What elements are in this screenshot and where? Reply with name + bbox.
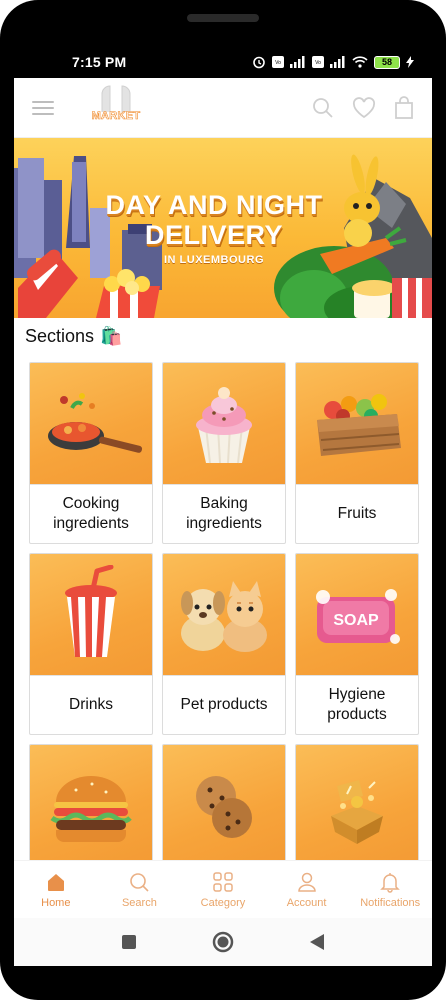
- section-image: [30, 554, 152, 676]
- market-logo[interactable]: MARKET: [86, 84, 146, 130]
- soda-cup-icon: [65, 564, 117, 657]
- nav-label: Search: [121, 896, 157, 909]
- section-image: [296, 745, 418, 867]
- fruit-crate-icon: [317, 393, 401, 456]
- section-card-pet[interactable]: Pet products: [162, 553, 286, 735]
- svg-text:Vo: Vo: [315, 60, 321, 66]
- section-card-fruits[interactable]: Fruits: [295, 362, 419, 544]
- alarm-icon: [253, 56, 265, 69]
- bottom-nav: Home Search Category Account Notificatio…: [14, 860, 432, 918]
- svg-text:Vo: Vo: [275, 60, 281, 66]
- section-card-baking[interactable]: Baking ingredients: [162, 362, 286, 544]
- frying-pan-icon: [48, 392, 143, 453]
- section-label: Pet products: [180, 696, 268, 713]
- section-image: [163, 745, 285, 867]
- nav-label: Notifications: [360, 896, 421, 909]
- volte-icon: Vo: [272, 56, 284, 68]
- top-bar: MARKET: [14, 78, 432, 138]
- nav-category[interactable]: Category: [181, 871, 265, 909]
- volte-icon: Vo: [312, 56, 324, 68]
- burger-icon: [50, 775, 132, 842]
- section-image: SOAP: [296, 554, 418, 676]
- section-label: Cooking ingredients: [53, 495, 129, 532]
- search-icon[interactable]: [312, 97, 334, 119]
- home-icon: [47, 873, 64, 891]
- bell-icon: [380, 872, 400, 893]
- logo-text: MARKET: [91, 110, 141, 123]
- svg-text:SOAP: SOAP: [333, 612, 379, 629]
- bag-icon[interactable]: [394, 95, 414, 120]
- sections-title: Sections: [25, 326, 95, 346]
- section-label: Drinks: [69, 696, 113, 713]
- status-bar: 7:15 PM Vo Vo 58: [14, 46, 432, 78]
- app: MARKET DAY AND NIGHT DELIVERY IN LUXEMBO…: [14, 78, 432, 966]
- sections-grid: Cooking ingredients Baking ingredients F…: [29, 362, 419, 926]
- section-image: [30, 363, 152, 485]
- dog-and-cat-icon: [181, 580, 267, 652]
- charging-icon: [406, 56, 414, 68]
- section-image: [30, 745, 152, 867]
- battery-icon: 58: [374, 55, 400, 69]
- nav-notifications[interactable]: Notifications: [348, 871, 432, 909]
- section-card-cooking[interactable]: Cooking ingredients: [29, 362, 153, 544]
- section-label: Fruits: [337, 505, 377, 522]
- nav-home[interactable]: Home: [14, 871, 98, 909]
- section-image: [296, 363, 418, 485]
- section-label: Hygiene products: [327, 686, 387, 723]
- gift-box-icon: [331, 779, 383, 844]
- system-nav-bar: [14, 918, 432, 966]
- cookies-icon: [196, 775, 252, 838]
- status-time: 7:15 PM: [72, 54, 127, 70]
- section-label: Baking ingredients: [186, 495, 262, 532]
- nav-label: Category: [200, 896, 246, 909]
- nav-label: Home: [41, 896, 71, 909]
- cupcake-icon: [196, 386, 252, 463]
- banner-subtitle: IN LUXEMBOURG: [164, 254, 264, 266]
- signal-icon: [330, 56, 345, 68]
- nav-account[interactable]: Account: [265, 871, 349, 909]
- earpiece-speaker: [187, 14, 259, 22]
- wifi-icon: [352, 56, 368, 68]
- screen: 7:15 PM Vo Vo 58 MARKET DAY AND NIGHT DE…: [14, 46, 432, 966]
- soap-icon: SOAP: [316, 588, 400, 644]
- heart-icon[interactable]: [352, 96, 376, 119]
- menu-icon[interactable]: [32, 100, 54, 116]
- header-actions: [312, 95, 414, 120]
- section-card-hygiene[interactable]: SOAP Hygiene products: [295, 553, 419, 735]
- home-circle-icon[interactable]: [212, 931, 234, 953]
- nav-search[interactable]: Search: [98, 871, 182, 909]
- sections-heading: Sections 🛍️: [25, 326, 122, 347]
- section-image: [163, 363, 285, 485]
- banner-title: DAY AND NIGHT DELIVERY: [105, 190, 323, 250]
- search-icon: [130, 872, 149, 892]
- status-icons: Vo Vo 58: [252, 55, 414, 69]
- user-icon: [297, 872, 316, 892]
- section-card-drinks[interactable]: Drinks: [29, 553, 153, 735]
- section-image: [163, 554, 285, 676]
- shopping-bags-icon: 🛍️: [100, 326, 123, 346]
- grid-icon: [213, 871, 233, 892]
- nav-label: Account: [286, 896, 327, 909]
- back-icon[interactable]: [309, 933, 325, 951]
- promo-banner[interactable]: DAY AND NIGHT DELIVERY IN LUXEMBOURG: [14, 138, 432, 318]
- recents-icon[interactable]: [121, 934, 137, 950]
- phone-frame: 7:15 PM Vo Vo 58 MARKET DAY AND NIGHT DE…: [0, 0, 446, 1000]
- signal-icon: [290, 56, 305, 68]
